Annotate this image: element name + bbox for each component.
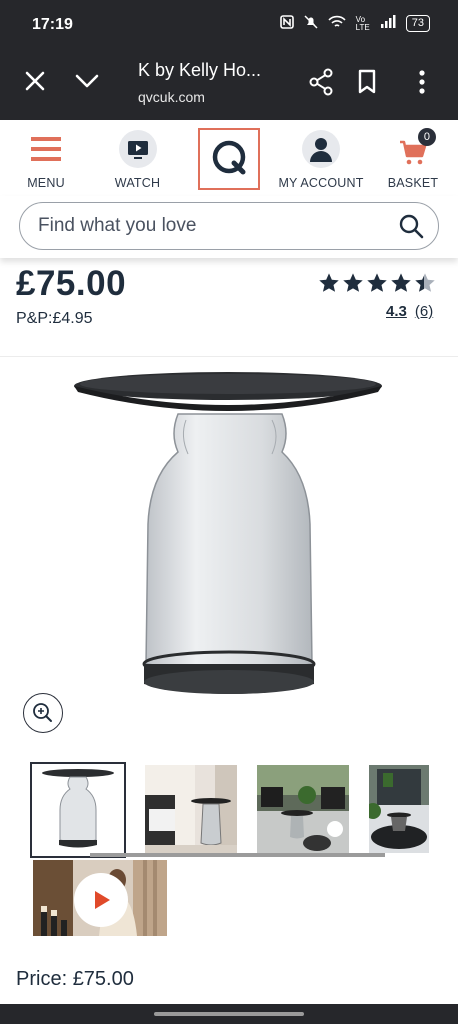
watch-icon <box>118 130 157 168</box>
status-bar: 17:19 Vo LTE 73 <box>0 0 458 52</box>
share-icon[interactable] <box>308 68 334 96</box>
volte-icon: Vo LTE <box>355 14 370 32</box>
product-main-image[interactable] <box>60 364 400 724</box>
bookmark-icon[interactable] <box>355 68 379 96</box>
bottom-price-label: Price: <box>16 968 68 990</box>
wifi-icon <box>328 15 346 32</box>
divider <box>0 356 458 357</box>
product-video-thumbnail[interactable] <box>33 860 167 936</box>
page-title: K by Kelly Ho... <box>138 60 262 80</box>
browser-toolbar: K by Kelly Ho... qvcuk.com <box>0 52 458 120</box>
star-icon <box>391 273 411 292</box>
hamburger-icon <box>31 136 61 165</box>
product-price: £75.00 <box>16 264 127 303</box>
thumbnail-gallery <box>30 762 450 858</box>
qvc-logo[interactable] <box>196 120 262 196</box>
bottom-price: Price: £75.00 <box>16 968 134 991</box>
watch-button[interactable]: WATCH <box>100 120 175 196</box>
search-icon[interactable] <box>398 213 424 239</box>
chevron-down-icon[interactable] <box>73 68 101 94</box>
status-icons: Vo LTE 73 <box>279 14 430 32</box>
more-vert-icon[interactable] <box>412 68 432 96</box>
qvc-logo-icon <box>198 128 260 190</box>
star-icon <box>343 273 363 292</box>
search-input[interactable] <box>38 212 378 240</box>
thumbnail-scrollbar[interactable] <box>90 853 385 857</box>
home-indicator[interactable] <box>154 1012 304 1016</box>
status-time: 17:19 <box>32 16 73 33</box>
postage-price: P&P:£4.95 <box>16 310 93 327</box>
zoom-in-icon <box>33 703 52 722</box>
search-box[interactable] <box>19 202 439 250</box>
account-label: MY ACCOUNT <box>278 176 364 190</box>
star-icon <box>319 273 339 292</box>
my-account-button[interactable]: MY ACCOUNT <box>272 120 370 196</box>
zoom-button[interactable] <box>23 693 63 733</box>
watch-label: WATCH <box>114 176 161 190</box>
close-icon[interactable] <box>22 68 48 94</box>
review-count[interactable]: (6) <box>415 303 433 320</box>
bottom-price-value: £75.00 <box>72 968 134 990</box>
basket-count-badge: 0 <box>418 128 436 146</box>
star-icon <box>367 273 387 292</box>
basket-label: BASKET <box>387 176 439 190</box>
thumbnail-item[interactable] <box>365 765 429 853</box>
battery-indicator: 73 <box>405 15 430 32</box>
mute-icon <box>304 15 318 32</box>
rating-score[interactable]: 4.3 <box>386 303 407 320</box>
page-url[interactable]: qvcuk.com <box>138 89 205 105</box>
search-bar <box>0 196 458 258</box>
partial-star-icon <box>415 273 435 292</box>
nfc-icon <box>279 15 294 32</box>
site-nav: MENU WATCH MY ACCOUNT 0 BASKET <box>0 120 458 196</box>
menu-button[interactable]: MENU <box>10 120 82 196</box>
rating-summary[interactable]: 4.3 (6) <box>386 303 433 320</box>
thumbnail-item[interactable] <box>257 765 349 853</box>
signal-icon <box>380 15 396 32</box>
basket-button[interactable]: 0 BASKET <box>380 120 446 196</box>
account-icon <box>302 130 340 168</box>
thumbnail-item[interactable] <box>145 765 237 853</box>
thumbnail-item[interactable] <box>30 762 126 858</box>
rating-stars[interactable] <box>318 272 436 294</box>
menu-label: MENU <box>27 176 65 190</box>
